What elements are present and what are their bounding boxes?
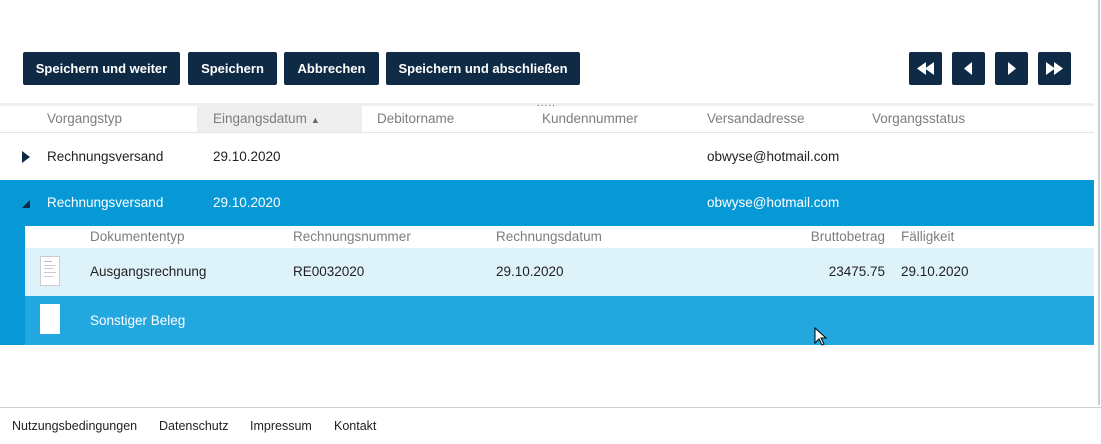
cell-eingangsdatum: 29.10.2020 bbox=[213, 195, 281, 210]
detail-row-selected[interactable]: Sonstiger Beleg bbox=[25, 296, 1094, 345]
first-page-icon bbox=[917, 62, 934, 75]
detail-header: Dokumententyp Rechnungsnummer Rechnungsd… bbox=[25, 226, 1094, 248]
detail-cell-dokumententyp: Sonstiger Beleg bbox=[90, 313, 186, 328]
detail-panel: Dokumententyp Rechnungsnummer Rechnungsd… bbox=[0, 226, 1094, 345]
footer-link-privacy[interactable]: Datenschutz bbox=[159, 408, 228, 444]
cell-vorgangstyp: Rechnungsversand bbox=[47, 149, 164, 164]
document-thumbnail bbox=[40, 304, 60, 334]
last-page-button[interactable] bbox=[1038, 52, 1071, 85]
blank-document-icon bbox=[41, 306, 59, 334]
column-header-kundennummer[interactable]: Kundennummer bbox=[542, 106, 692, 132]
column-header-versandadresse[interactable]: Versandadresse bbox=[707, 106, 857, 132]
footer-link-contact[interactable]: Kontakt bbox=[334, 408, 376, 444]
table-row-selected[interactable]: Rechnungsversand 29.10.2020 obwyse@hotma… bbox=[0, 180, 1094, 226]
detail-cell-dokumententyp: Ausgangsrechnung bbox=[90, 264, 207, 279]
save-continue-button[interactable]: Speichern und weiter bbox=[23, 52, 180, 85]
next-page-icon bbox=[1008, 62, 1016, 75]
detail-column-header-dokumententyp[interactable]: Dokumententyp bbox=[90, 226, 185, 248]
column-header-eingangsdatum-label: Eingangsdatum bbox=[213, 111, 307, 126]
detail-cell-rechnungsdatum: 29.10.2020 bbox=[496, 264, 564, 279]
footer-link-imprint[interactable]: Impressum bbox=[250, 408, 312, 444]
cell-versandadresse: obwyse@hotmail.com bbox=[707, 149, 840, 164]
detail-column-header-bruttobetrag[interactable]: Bruttobetrag bbox=[811, 226, 885, 248]
detail-row[interactable]: Ausgangsrechnung RE0032020 29.10.2020 23… bbox=[25, 248, 1094, 296]
detail-column-header-rechnungsnummer[interactable]: Rechnungsnummer bbox=[293, 226, 411, 248]
column-header-debitorname[interactable]: Debitorname bbox=[377, 106, 527, 132]
footer-link-terms[interactable]: Nutzungsbedingungen bbox=[12, 408, 137, 444]
column-header-vorgangstyp[interactable]: Vorgangstyp bbox=[47, 106, 197, 132]
table-row[interactable]: Rechnungsversand 29.10.2020 obwyse@hotma… bbox=[0, 133, 1094, 180]
save-button[interactable]: Speichern bbox=[188, 52, 277, 85]
column-header-vorgangsstatus[interactable]: Vorgangsstatus bbox=[872, 106, 1022, 132]
mouse-pointer-icon bbox=[814, 327, 828, 346]
expand-row-icon[interactable] bbox=[22, 151, 32, 163]
detail-cell-bruttobetrag: 23475.75 bbox=[828, 264, 885, 279]
document-preview-icon bbox=[44, 261, 56, 277]
document-thumbnail bbox=[40, 256, 60, 286]
detail-column-header-faelligkeit[interactable]: Fälligkeit bbox=[901, 226, 954, 248]
cell-vorgangstyp: Rechnungsversand bbox=[47, 195, 164, 210]
next-page-button[interactable] bbox=[995, 52, 1028, 85]
column-header-eingangsdatum[interactable]: Eingangsdatum ▲ bbox=[197, 106, 362, 132]
cell-versandadresse: obwyse@hotmail.com bbox=[707, 195, 840, 210]
detail-cell-faelligkeit: 29.10.2020 bbox=[901, 264, 969, 279]
vertical-scrollbar[interactable] bbox=[1098, 0, 1100, 405]
collapse-row-icon[interactable] bbox=[22, 199, 32, 209]
sort-ascending-icon: ▲ bbox=[310, 115, 320, 125]
footer: Nutzungsbedingungen Datenschutz Impressu… bbox=[0, 407, 1101, 443]
save-finish-button[interactable]: Speichern und abschließen bbox=[386, 52, 580, 85]
detail-cell-rechnungsnummer: RE0032020 bbox=[293, 264, 365, 279]
last-page-icon bbox=[1046, 62, 1063, 75]
detail-table: Dokumententyp Rechnungsnummer Rechnungsd… bbox=[25, 226, 1094, 345]
cell-eingangsdatum: 29.10.2020 bbox=[213, 149, 281, 164]
detail-column-header-rechnungsdatum[interactable]: Rechnungsdatum bbox=[496, 226, 602, 248]
previous-page-icon bbox=[964, 62, 972, 75]
grid-header: Vorgangstyp Eingangsdatum ▲ Debitorname K… bbox=[0, 106, 1094, 133]
first-page-button[interactable] bbox=[909, 52, 942, 85]
previous-page-button[interactable] bbox=[952, 52, 985, 85]
cancel-button[interactable]: Abbrechen bbox=[284, 52, 379, 85]
